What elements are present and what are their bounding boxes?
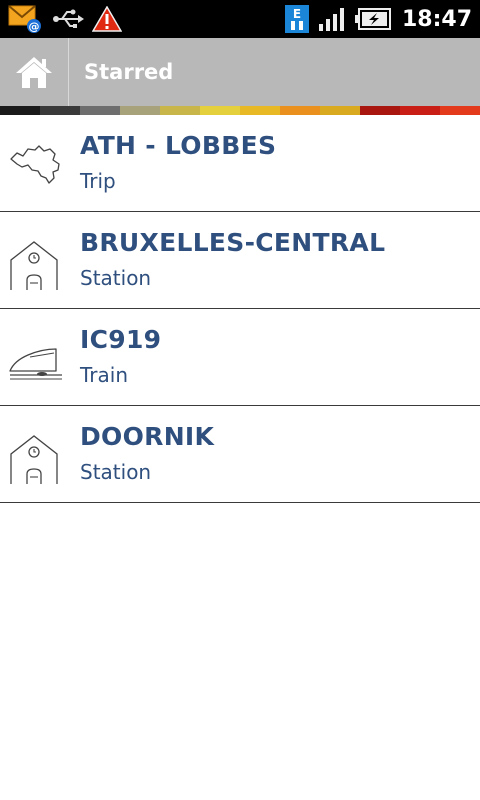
stripe-segment <box>0 106 40 115</box>
station-icon <box>10 435 58 484</box>
train-icon <box>9 348 62 380</box>
item-subtitle: Train <box>80 363 128 387</box>
stripe-segment <box>320 106 360 115</box>
page-title: Starred <box>84 60 174 84</box>
item-title: ATH - LOBBES <box>80 131 277 160</box>
system-icons: E 18:47 <box>284 3 472 35</box>
item-subtitle: Station <box>80 460 152 484</box>
station-icon <box>10 241 58 290</box>
stripe-segment <box>160 106 200 115</box>
stripe-segment <box>80 106 120 115</box>
stripe-segment <box>120 106 160 115</box>
home-icon <box>16 57 52 88</box>
belgium-map-icon <box>10 145 60 184</box>
list-item[interactable]: BRUXELLES-CENTRAL Station <box>0 212 480 309</box>
list-item[interactable]: DOORNIK Station <box>0 406 480 503</box>
signal-icon <box>318 8 344 31</box>
svg-text:@: @ <box>29 20 40 33</box>
starred-list: ATH - LOBBES Trip BRUXELLES-CENTRAL Stat… <box>0 115 480 503</box>
stripe-segment <box>400 106 440 115</box>
item-title: IC919 <box>80 325 162 354</box>
svg-text:E: E <box>293 7 301 21</box>
stripe-segment <box>40 106 80 115</box>
stripe-segment <box>280 106 320 115</box>
battery-charging-icon <box>354 8 391 30</box>
warning-icon <box>92 6 122 32</box>
home-button[interactable] <box>0 38 68 106</box>
stripe-segment <box>200 106 240 115</box>
item-title: BRUXELLES-CENTRAL <box>80 228 386 257</box>
clock: 18:47 <box>401 6 472 32</box>
color-stripe <box>0 106 480 115</box>
action-bar: Starred <box>0 38 480 106</box>
list-item[interactable]: IC919 Train <box>0 309 480 406</box>
item-subtitle: Station <box>80 266 152 290</box>
edge-data-icon: E <box>284 5 309 33</box>
list-item[interactable]: ATH - LOBBES Trip <box>0 115 480 212</box>
usb-icon <box>53 9 84 28</box>
notification-icons: @ <box>8 3 122 35</box>
action-bar-divider <box>68 38 69 106</box>
stripe-segment <box>240 106 280 115</box>
mail-at-icon: @ <box>8 5 41 33</box>
item-title: DOORNIK <box>80 422 215 451</box>
item-subtitle: Trip <box>80 169 116 193</box>
stripe-segment <box>360 106 400 115</box>
stripe-segment <box>440 106 480 115</box>
status-bar: @ E 18:47 <box>0 0 480 38</box>
